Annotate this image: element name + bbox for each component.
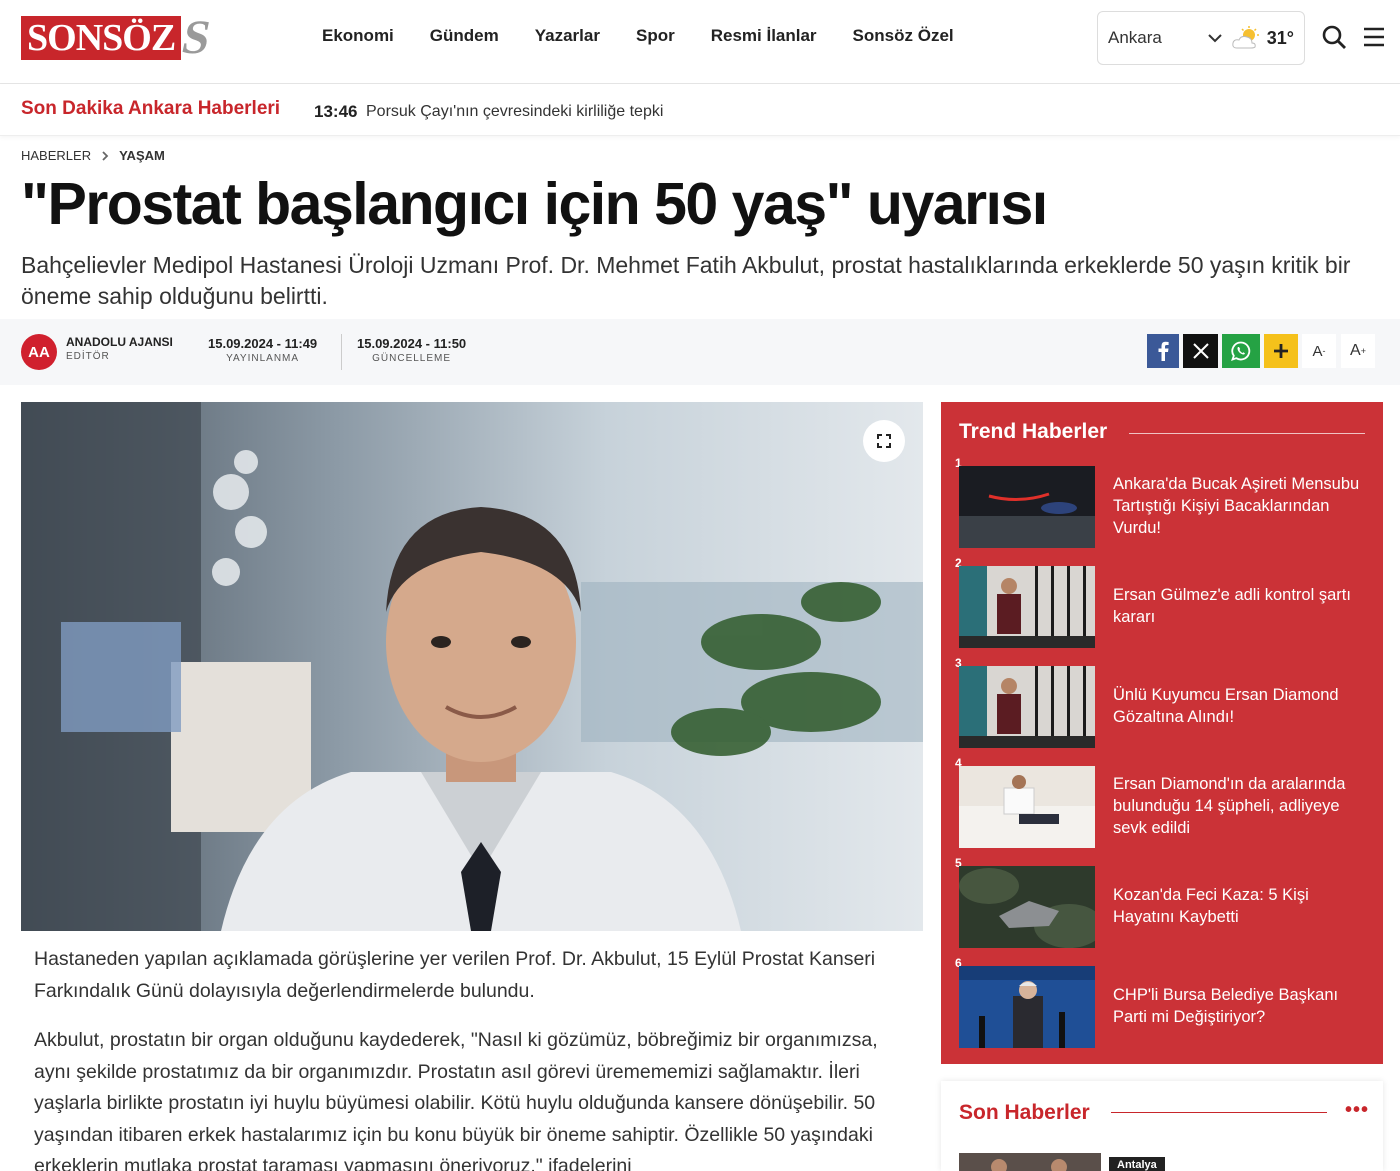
breadcrumb-root[interactable]: HABERLER — [21, 148, 91, 163]
font-increase-label: A — [1350, 342, 1361, 359]
trend-title: Trend Haberler — [959, 420, 1108, 443]
plus-icon — [1274, 344, 1288, 358]
whatsapp-icon — [1231, 341, 1251, 361]
share-x-button[interactable] — [1183, 334, 1218, 368]
hamburger-menu-icon[interactable] — [1361, 24, 1387, 50]
updated-date: 15.09.2024 - 11:50 GÜNCELLEME — [357, 336, 466, 364]
trend-item-1[interactable]: 1 Ankara'da Bucak Aşireti Mensubu Tartış… — [955, 456, 1369, 554]
ticker-time: 13:46 — [314, 102, 358, 121]
article-summary: Bahçelievler Medipol Hastanesi Üroloji U… — [21, 252, 1351, 309]
article-title: "Prostat başlangıcı için 50 yaş" uyarısı — [21, 171, 1048, 237]
published-value: 15.09.2024 - 11:49 — [208, 336, 318, 351]
page: SONSÖZ S Ekonomi Gündem Yazarlar Spor Re… — [0, 0, 1400, 1171]
nav-ekonomi[interactable]: Ekonomi — [322, 26, 394, 46]
site-header: SONSÖZ S Ekonomi Gündem Yazarlar Spor Re… — [0, 0, 1400, 84]
trend-thumbnail-man-sofa — [959, 766, 1095, 848]
chevron-down-icon[interactable] — [1205, 28, 1225, 48]
source-name[interactable]: ANADOLU AJANSI — [66, 335, 173, 349]
trend-item-title: Kozan'da Feci Kaza: 5 Kişi Hayatını Kayb… — [1113, 886, 1309, 926]
latest-news-title: Son Haberler — [959, 1101, 1090, 1124]
font-increase-button[interactable]: A + — [1341, 334, 1375, 368]
trend-thumbnail-man-standing — [959, 666, 1095, 748]
source-avatar[interactable]: AA — [21, 334, 57, 370]
doctor-portrait-image — [21, 402, 923, 931]
trend-news-panel: Trend Haberler 1 Ankara'da Bucak Aşireti… — [941, 402, 1383, 1064]
share-whatsapp-button[interactable] — [1222, 334, 1260, 368]
trend-item-5[interactable]: 5 Kozan'da Feci Kaza: 5 Kişi Hayatını Ka… — [955, 856, 1369, 954]
latest-news-rule — [1111, 1112, 1327, 1113]
x-icon — [1192, 343, 1209, 359]
expand-photo-button[interactable] — [863, 420, 905, 462]
updated-value: 15.09.2024 - 11:50 — [357, 336, 467, 351]
latest-news-category[interactable]: Antalya — [1109, 1157, 1165, 1171]
nav-yazarlar[interactable]: Yazarlar — [535, 26, 600, 46]
breaking-news-ticker: Son Dakika Ankara Haberleri 13:46 Porsuk… — [0, 84, 1400, 136]
latest-news-panel: Son Haberler ••• Antalya — [941, 1081, 1383, 1171]
weather-temp: 31° — [1266, 27, 1294, 48]
trend-item-6[interactable]: 6 CHP'li Bursa Belediye Başkanı Parti mi… — [955, 956, 1369, 1054]
nav-spor[interactable]: Spor — [636, 26, 675, 46]
updated-label: GÜNCELLEME — [372, 353, 452, 364]
trend-item-title: Ankara'da Bucak Aşireti Mensubu Tartıştı… — [1113, 475, 1360, 537]
font-increase-sup: + — [1360, 346, 1366, 356]
trend-item-2[interactable]: 2 Ersan Gülmez'e adli kontrol şartı kara… — [955, 556, 1369, 654]
weather-city: Ankara — [1108, 28, 1162, 47]
source-role: EDİTÖR — [66, 351, 110, 362]
ticker-label[interactable]: Son Dakika Ankara Haberleri — [21, 98, 280, 120]
share-more-button[interactable] — [1264, 334, 1298, 368]
logo-wordmark: SONSÖZ — [21, 16, 182, 60]
trend-item-title: Ünlü Kuyumcu Ersan Diamond Gözaltına Alı… — [1113, 686, 1339, 726]
ticker-headline[interactable]: Porsuk Çayı'nın çevresindeki kirliliğe t… — [366, 103, 663, 121]
trend-thumbnail-car-night — [959, 466, 1095, 548]
logo-mark: S — [177, 11, 216, 64]
published-label: YAYINLANMA — [226, 353, 300, 364]
font-decrease-sup: - — [1322, 346, 1326, 356]
main-nav: Ekonomi Gündem Yazarlar Spor Resmi İlanl… — [322, 26, 954, 46]
trend-title-rule — [1129, 433, 1365, 434]
nav-sonsoz-ozel[interactable]: Sonsöz Özel — [853, 26, 954, 46]
share-facebook-button[interactable] — [1147, 334, 1179, 368]
nav-gundem[interactable]: Gündem — [430, 26, 499, 46]
article-paragraph-1: Hastaneden yapılan açıklamada görüşlerin… — [34, 948, 876, 1002]
fullscreen-icon — [877, 434, 891, 448]
partly-cloudy-icon — [1232, 26, 1259, 49]
nav-resmi-ilanlar[interactable]: Resmi İlanlar — [711, 26, 817, 46]
font-decrease-label: A — [1312, 342, 1323, 360]
published-date: 15.09.2024 - 11:49 YAYINLANMA — [208, 336, 317, 364]
site-logo[interactable]: SONSÖZ S — [21, 11, 216, 64]
chevron-right-icon — [102, 150, 109, 161]
trend-thumbnail-man-standing — [959, 566, 1095, 648]
font-decrease-button[interactable]: A- — [1302, 334, 1336, 368]
breadcrumb: HABERLER YAŞAM — [21, 148, 165, 163]
trend-item-title: Ersan Diamond'ın da aralarında bulunduğu… — [1113, 775, 1346, 837]
trend-item-3[interactable]: 3 Ünlü Kuyumcu Ersan Diamond Gözaltına A… — [955, 656, 1369, 754]
article-body: Hastaneden yapılan açıklamada görüşlerin… — [34, 944, 914, 1171]
article-main-photo[interactable] — [21, 402, 923, 931]
breadcrumb-current[interactable]: YAŞAM — [119, 148, 165, 163]
weather-widget[interactable]: Ankara 31° — [1097, 11, 1305, 65]
article-paragraph-2: Akbulut, prostatın bir organ olduğunu ka… — [34, 1029, 878, 1171]
trend-item-title: CHP'li Bursa Belediye Başkanı Parti mi D… — [1113, 986, 1339, 1026]
article-meta-bar: AA ANADOLU AJANSI EDİTÖR 15.09.2024 - 11… — [0, 319, 1400, 385]
latest-news-thumbnail[interactable] — [959, 1153, 1101, 1171]
facebook-icon — [1158, 341, 1169, 361]
search-icon[interactable] — [1321, 24, 1347, 50]
more-options-icon[interactable]: ••• — [1345, 1099, 1369, 1122]
trend-thumbnail-crash-wreck — [959, 866, 1095, 948]
trend-item-4[interactable]: 4 Ersan Diamond'ın da aralarında bulundu… — [955, 756, 1369, 854]
meta-divider — [341, 334, 342, 370]
trend-item-title: Ersan Gülmez'e adli kontrol şartı kararı — [1113, 586, 1351, 626]
trend-thumbnail-press-conference — [959, 966, 1095, 1048]
